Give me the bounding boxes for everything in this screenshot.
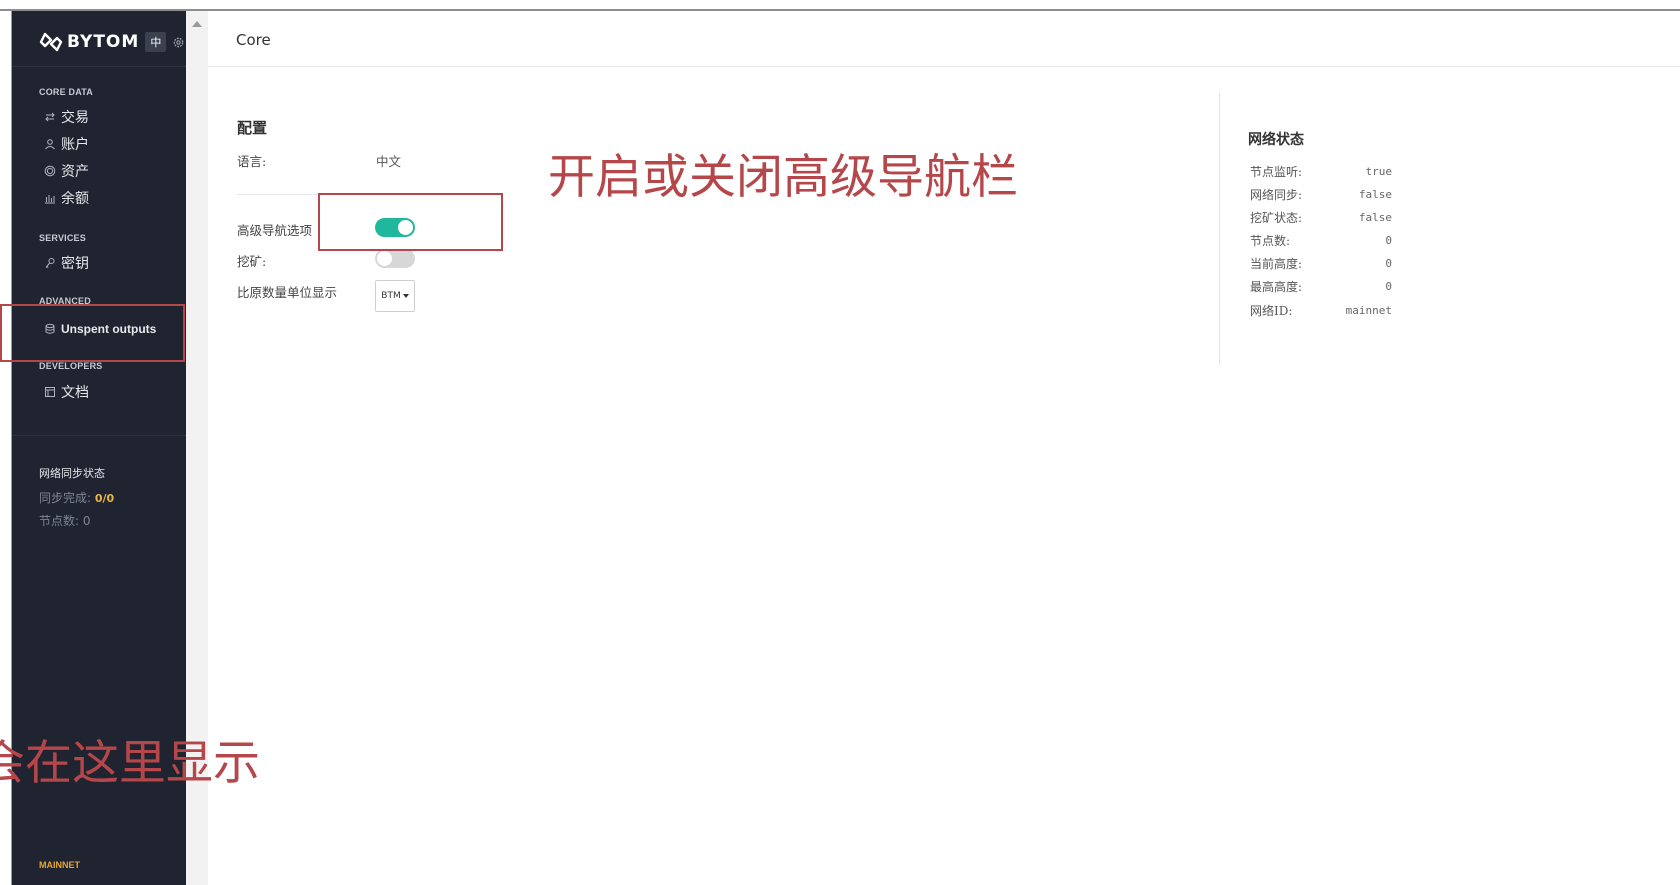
sidebar-item-balances[interactable]: 余额 xyxy=(44,187,89,209)
document-icon xyxy=(45,387,55,397)
sidebar-divider xyxy=(12,66,186,67)
asset-circle-icon xyxy=(44,165,56,177)
sync-peers-row: 节点数: 0 xyxy=(39,512,91,529)
sync-peers-value: 0 xyxy=(82,514,91,528)
section-developers: DEVELOPERS xyxy=(39,361,103,371)
net-status-label: 网络同步: xyxy=(1250,188,1303,202)
gear-icon[interactable] xyxy=(172,36,185,49)
sidebar-divider xyxy=(12,435,186,436)
sidebar-item-label: 余额 xyxy=(61,191,89,207)
page-title: Core xyxy=(236,31,271,49)
header-bar: Core xyxy=(208,11,1680,67)
net-status-label: 最高高度: xyxy=(1250,280,1303,294)
toggle-knob xyxy=(377,251,392,266)
sidebar-item-keys[interactable]: 密钥 xyxy=(44,252,89,274)
exchange-arrows-icon xyxy=(45,112,55,122)
annotation-sidebar-hint: 会在这里显示 xyxy=(0,736,260,791)
net-status-label: 当前高度: xyxy=(1250,257,1303,271)
sync-status-title: 网络同步状态 xyxy=(39,467,105,480)
sidebar-item-label: 账户 xyxy=(61,137,89,153)
section-services: SERVICES xyxy=(39,233,86,243)
sidebar-item-label: 文档 xyxy=(61,385,89,401)
advanced-nav-label: 高级导航选项 xyxy=(237,223,313,238)
sidebar-item-accounts[interactable]: 账户 xyxy=(44,133,89,155)
sidebar-item-transactions[interactable]: 交易 xyxy=(44,106,89,128)
network-status-title: 网络状态 xyxy=(1248,132,1304,148)
net-status-label: 节点监听: xyxy=(1250,165,1303,179)
user-icon xyxy=(45,139,55,150)
net-status-label: 网络ID: xyxy=(1250,304,1293,318)
network-badge: MAINNET xyxy=(39,860,80,870)
unit-display-label: 比原数量单位显示 xyxy=(237,285,338,300)
net-status-value: false xyxy=(1358,188,1392,201)
unit-select-value: BTM xyxy=(381,291,401,301)
annotation-toggle-hint: 开启或关闭高级导航栏 xyxy=(548,150,1018,205)
annotation-box-toggle xyxy=(318,193,503,251)
net-status-label: 挖矿状态: xyxy=(1250,211,1303,225)
bytom-logo-icon xyxy=(39,32,63,52)
brand-name: BYTOM xyxy=(67,32,140,52)
net-status-value: false xyxy=(1358,211,1392,224)
mining-label: 挖矿: xyxy=(237,254,267,269)
net-status-value: 0 xyxy=(1385,257,1392,270)
net-status-label: 节点数: xyxy=(1250,234,1291,248)
sync-complete-label: 同步完成: xyxy=(39,491,95,505)
language-label: 语言: xyxy=(237,154,267,169)
sidebar-item-assets[interactable]: 资产 xyxy=(44,160,89,182)
brand[interactable]: BYTOM 中 xyxy=(39,29,185,55)
annotation-box-sidebar xyxy=(0,304,185,362)
unit-select[interactable]: BTM xyxy=(375,280,415,312)
key-icon xyxy=(45,258,55,269)
sync-peers-label: 节点数: xyxy=(39,514,83,528)
net-status-value: true xyxy=(1365,165,1393,178)
language-switch-button[interactable]: 中 xyxy=(145,32,167,52)
section-core-data: CORE DATA xyxy=(39,87,93,97)
bar-chart-icon xyxy=(45,195,55,204)
mining-toggle[interactable] xyxy=(375,249,415,268)
sidebar-item-label: 密钥 xyxy=(61,256,89,272)
sidebar-item-label: 交易 xyxy=(61,110,89,126)
caret-down-icon xyxy=(402,294,409,298)
scroll-up-arrow-icon[interactable] xyxy=(192,21,202,27)
sidebar-item-docs[interactable]: 文档 xyxy=(44,381,89,403)
config-title: 配置 xyxy=(237,119,268,137)
panel-divider xyxy=(1219,93,1220,365)
net-status-value: 0 xyxy=(1385,234,1392,247)
sync-complete-value: 0/0 xyxy=(94,492,115,505)
language-value: 中文 xyxy=(376,154,402,169)
net-status-value: mainnet xyxy=(1345,304,1392,317)
sync-complete-row: 同步完成: 0/0 xyxy=(39,489,114,506)
net-status-value: 0 xyxy=(1385,280,1392,293)
sidebar-item-label: 资产 xyxy=(61,164,89,180)
